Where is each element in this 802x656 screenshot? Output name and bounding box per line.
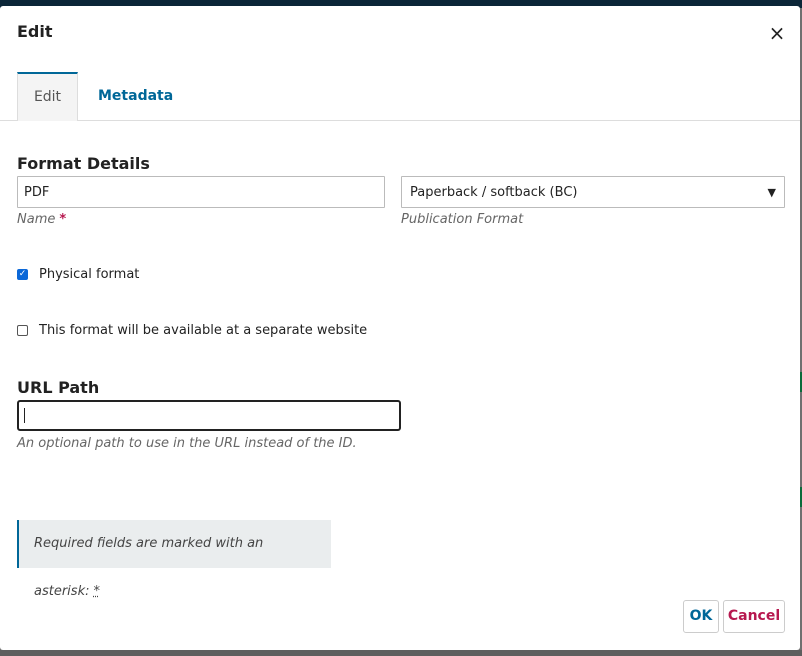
checkmark-icon: ✓ bbox=[18, 269, 27, 279]
cancel-button[interactable]: Cancel bbox=[723, 600, 785, 633]
name-input[interactable] bbox=[17, 176, 385, 208]
name-label: Name * bbox=[17, 212, 66, 227]
tab-bar: Edit Metadata bbox=[0, 72, 800, 121]
notice-asterisk: * bbox=[93, 584, 100, 599]
separate-website-checkbox[interactable] bbox=[17, 325, 28, 336]
physical-format-option[interactable]: ✓ Physical format bbox=[17, 267, 139, 282]
required-fields-notice: Required fields are marked with an aster… bbox=[17, 520, 331, 599]
ok-button[interactable]: OK bbox=[683, 600, 719, 633]
separate-website-option[interactable]: This format will be available at a separ… bbox=[17, 323, 367, 338]
chevron-down-icon: ▼ bbox=[767, 185, 776, 199]
dialog-title: Edit bbox=[17, 22, 53, 41]
publication-format-value: Paperback / softback (BC) bbox=[410, 184, 578, 200]
url-path-heading: URL Path bbox=[17, 378, 100, 397]
separate-website-label: This format will be available at a separ… bbox=[39, 323, 368, 338]
physical-format-checkbox[interactable]: ✓ bbox=[17, 269, 28, 280]
text-caret bbox=[24, 408, 25, 423]
notice-text: Required fields are marked with an aster… bbox=[34, 536, 264, 599]
edit-dialog: Edit × Edit Metadata Format Details Pape… bbox=[0, 6, 800, 650]
tab-metadata[interactable]: Metadata bbox=[82, 72, 189, 120]
physical-format-label: Physical format bbox=[39, 267, 140, 282]
publication-format-select[interactable]: Paperback / softback (BC) ▼ bbox=[401, 176, 785, 208]
format-details-heading: Format Details bbox=[17, 154, 150, 173]
url-path-input[interactable] bbox=[17, 400, 401, 431]
tab-edit[interactable]: Edit bbox=[17, 72, 78, 121]
name-label-text: Name bbox=[17, 212, 56, 227]
url-path-help: An optional path to use in the URL inste… bbox=[17, 436, 357, 451]
background-footer bbox=[0, 650, 802, 656]
required-star: * bbox=[59, 212, 67, 227]
publication-format-label: Publication Format bbox=[401, 212, 524, 227]
close-icon[interactable]: × bbox=[768, 23, 786, 43]
